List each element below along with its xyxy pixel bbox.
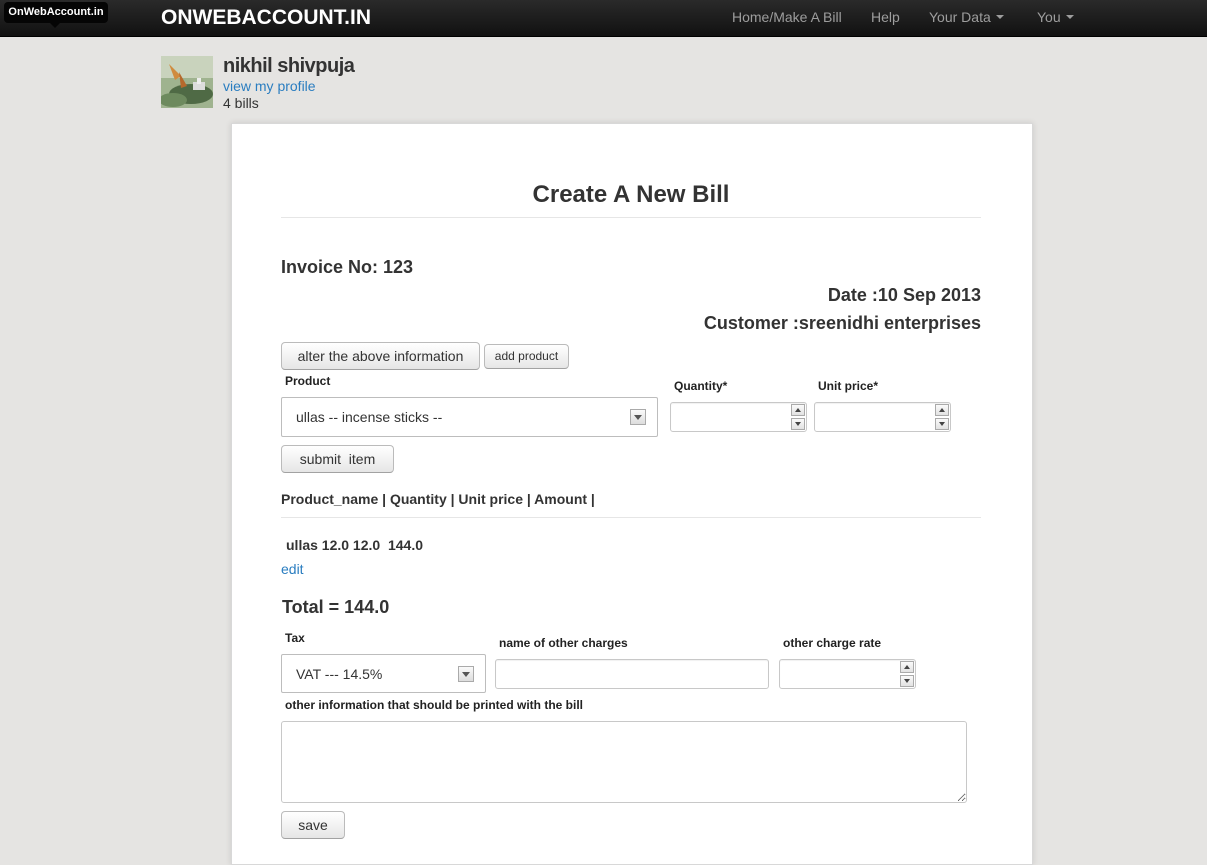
tax-select[interactable]: VAT --- 14.5%: [281, 654, 486, 693]
decrement-icon[interactable]: [935, 418, 949, 430]
increment-icon[interactable]: [900, 661, 914, 673]
quantity-label: Quantity*: [674, 379, 728, 393]
decrement-icon[interactable]: [791, 418, 805, 430]
bill-date: Date :10 Sep 2013: [827, 285, 981, 305]
bill-total: Total = 144.0: [282, 597, 390, 617]
other-charge-rate-label: other charge rate: [783, 636, 882, 650]
product-select[interactable]: ullas -- incense sticks --: [281, 397, 658, 437]
other-charges-label: name of other charges: [499, 636, 628, 650]
other-charge-rate-stepper[interactable]: [779, 659, 916, 689]
quantity-stepper[interactable]: [670, 402, 807, 432]
avatar[interactable]: [161, 56, 213, 108]
other-charges-name-field[interactable]: [495, 659, 769, 689]
nav-help[interactable]: Help: [871, 9, 900, 25]
avatar-image: [161, 56, 213, 108]
items-divider: [281, 517, 981, 518]
save-button[interactable]: save: [281, 811, 345, 839]
quantity-spinner[interactable]: [791, 404, 805, 430]
tax-select-value: VAT --- 14.5%: [296, 666, 383, 682]
submit-item-button[interactable]: submit item: [281, 445, 394, 473]
site-tooltip: OnWebAccount.in: [4, 2, 108, 28]
items-table-header: Product_name | Quantity | Unit price | A…: [281, 491, 595, 507]
invoice-number: Invoice No: 123: [281, 257, 414, 277]
increment-icon[interactable]: [791, 404, 805, 416]
product-select-value: ullas -- incense sticks --: [296, 409, 443, 425]
chevron-down-icon: [995, 15, 1004, 19]
profile-name: nikhil shivpuja: [223, 55, 355, 77]
nav-your-data-label: Your Data: [929, 9, 991, 25]
decrement-icon[interactable]: [900, 675, 914, 687]
other-info-textarea[interactable]: [281, 721, 967, 803]
bill-customer: Customer :sreenidhi enterprises: [703, 313, 981, 333]
nav-you-dropdown[interactable]: You: [1037, 9, 1074, 25]
increment-icon[interactable]: [935, 404, 949, 416]
view-profile-link[interactable]: view my profile: [223, 78, 316, 94]
other-info-label: other information that should be printed…: [285, 698, 583, 712]
add-product-button[interactable]: add product: [484, 344, 569, 369]
brand-logo[interactable]: ONWEBACCOUNT.IN: [161, 5, 371, 31]
tax-label: Tax: [285, 631, 305, 645]
title-divider: [281, 217, 981, 218]
page-title: Create A New Bill: [532, 181, 730, 208]
nav-home-make-bill[interactable]: Home/Make A Bill: [732, 9, 842, 25]
other-charge-rate-spinner[interactable]: [900, 661, 914, 687]
edit-item-link[interactable]: edit: [281, 561, 304, 577]
bill-count: 4 bills: [223, 95, 259, 111]
nav-you-label: You: [1037, 9, 1061, 25]
chevron-down-icon: [458, 666, 474, 682]
nav-your-data-dropdown[interactable]: Your Data: [929, 9, 1004, 25]
alter-information-button[interactable]: alter the above information: [281, 342, 480, 370]
unit-price-label: Unit price*: [818, 379, 879, 393]
product-label: Product: [285, 374, 331, 388]
list-item: ullas 12.0 12.0 144.0: [286, 537, 423, 553]
unit-price-stepper[interactable]: [814, 402, 951, 432]
chevron-down-icon: [630, 409, 646, 425]
top-navbar: ONWEBACCOUNT.IN Home/Make A Bill Help Yo…: [0, 0, 1207, 37]
unit-price-spinner[interactable]: [935, 404, 949, 430]
chevron-down-icon: [1065, 15, 1074, 19]
